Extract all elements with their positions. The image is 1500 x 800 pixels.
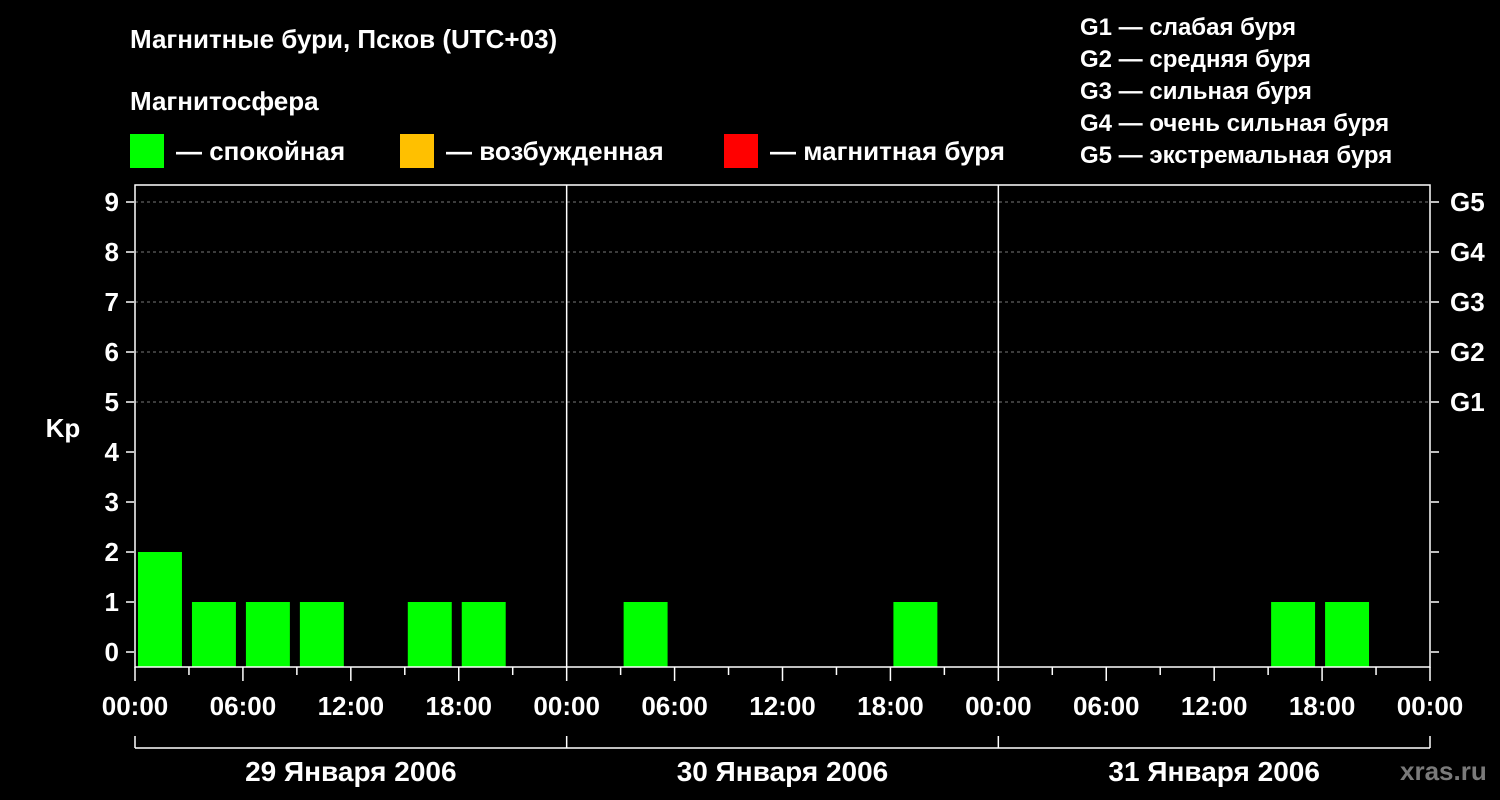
x-tick-label-5: 06:00 <box>641 691 708 721</box>
day-label-2: 30 Января 2006 <box>677 756 889 787</box>
g-axis-label-g5: G5 <box>1450 187 1485 217</box>
x-tick-label-0: 00:00 <box>102 691 169 721</box>
bar-day1-slot1 <box>138 552 182 667</box>
y-tick-label-3: 3 <box>105 487 119 517</box>
y-tick-label-6: 6 <box>105 337 119 367</box>
bar-day3-slot6 <box>1271 602 1316 667</box>
y-tick-label-4: 4 <box>105 437 120 467</box>
y-tick-label-7: 7 <box>105 287 119 317</box>
g-axis-label-g3: G3 <box>1450 287 1485 317</box>
bar-day3-slot7 <box>1325 602 1370 667</box>
bar-day1-slot4 <box>299 602 344 667</box>
x-tick-label-4: 00:00 <box>533 691 600 721</box>
g-axis-label-g2: G2 <box>1450 337 1485 367</box>
bar-day2-slot7 <box>893 602 938 667</box>
bar-day1-slot7 <box>461 602 506 667</box>
plot-frame <box>134 184 1431 668</box>
y-tick-label-0: 0 <box>105 637 119 667</box>
y-tick-label-5: 5 <box>105 387 119 417</box>
kp-chart: 0 1 2 3 4 5 6 7 8 9 G1 G2 G3 G4 G5 Kp 00:00 06:00 12:00 18:… <box>46 184 1485 787</box>
x-tick-label-12: 00:00 <box>1397 691 1464 721</box>
x-tick-label-2: 12:00 <box>318 691 385 721</box>
x-tick-label-6: 12:00 <box>749 691 816 721</box>
x-tick-label-11: 18:00 <box>1289 691 1356 721</box>
y-axis-label: Kp <box>46 413 81 443</box>
x-tick-label-7: 18:00 <box>857 691 924 721</box>
x-tick-label-1: 06:00 <box>210 691 277 721</box>
bar-day1-slot3 <box>245 602 290 667</box>
x-tick-label-3: 18:00 <box>426 691 493 721</box>
day-label-1: 29 Января 2006 <box>245 756 457 787</box>
bar-day2-slot2 <box>623 602 668 667</box>
bar-day1-slot2 <box>191 602 236 667</box>
g-axis-label-g1: G1 <box>1450 387 1485 417</box>
x-tick-label-10: 12:00 <box>1181 691 1248 721</box>
g-axis-label-g4: G4 <box>1450 237 1485 267</box>
y-tick-label-2: 2 <box>105 537 119 567</box>
y-tick-label-8: 8 <box>105 237 119 267</box>
bar-day1-slot6 <box>407 602 452 667</box>
watermark: xras.ru <box>1400 756 1487 786</box>
x-tick-label-8: 00:00 <box>965 691 1032 721</box>
day-label-3: 31 Января 2006 <box>1108 756 1320 787</box>
y-tick-label-1: 1 <box>105 587 119 617</box>
x-tick-label-9: 06:00 <box>1073 691 1140 721</box>
y-tick-label-9: 9 <box>105 187 119 217</box>
